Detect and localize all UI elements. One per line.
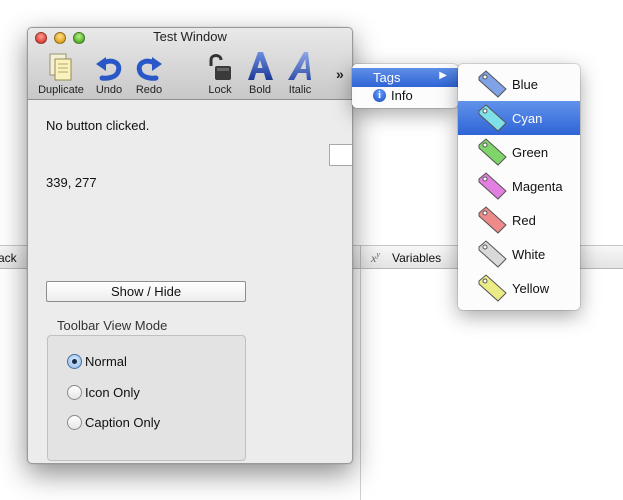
background-tab-label: ack bbox=[0, 251, 17, 265]
menu-item-label: Tags bbox=[373, 70, 401, 85]
info-icon: i bbox=[373, 89, 386, 102]
toolbar-redo-button[interactable]: Redo bbox=[131, 50, 167, 96]
tag-icon bbox=[478, 138, 507, 166]
show-hide-button[interactable]: Show / Hide bbox=[46, 281, 246, 302]
window-content: No button clicked. 339, 277 Show / Hide … bbox=[28, 101, 352, 463]
tag-icon bbox=[478, 70, 507, 98]
toolbar-undo-button[interactable]: Undo bbox=[92, 50, 126, 96]
tag-icon bbox=[478, 240, 507, 268]
tag-label: Blue bbox=[512, 77, 539, 92]
tag-item-yellow[interactable]: Yellow bbox=[458, 271, 580, 305]
radio-normal[interactable]: Normal bbox=[67, 354, 127, 369]
title-bar: Test Window Duplicate Undo Redo Lock Bol… bbox=[28, 28, 352, 100]
tag-label: Red bbox=[512, 213, 536, 228]
radio-label: Caption Only bbox=[85, 415, 161, 430]
background-divider bbox=[360, 245, 361, 269]
tag-label: Yellow bbox=[512, 281, 550, 296]
menu-item-tags[interactable]: Tags ▶ bbox=[352, 68, 458, 87]
toolbar-duplicate-button[interactable]: Duplicate bbox=[35, 50, 87, 96]
toolbar-undo-label: Undo bbox=[95, 84, 123, 96]
tag-item-magenta[interactable]: Magenta bbox=[458, 169, 580, 203]
tag-item-cyan[interactable]: Cyan bbox=[458, 101, 580, 135]
toolbar-italic-button[interactable]: Italic bbox=[285, 50, 315, 96]
tag-label: Green bbox=[512, 145, 549, 160]
tag-item-green[interactable]: Green bbox=[458, 135, 580, 169]
radio-button[interactable] bbox=[67, 385, 82, 400]
tag-icon bbox=[478, 206, 507, 234]
redo-icon bbox=[131, 50, 167, 82]
toolbar-bold-button[interactable]: Bold bbox=[246, 50, 274, 96]
tags-submenu: Blue Cyan Green Magenta Red White Yellow bbox=[458, 64, 580, 310]
window-title: Test Window bbox=[153, 29, 227, 44]
text-field[interactable] bbox=[329, 144, 352, 166]
toolbar-lock-button[interactable]: Lock bbox=[205, 50, 235, 96]
duplicate-icon bbox=[35, 50, 87, 82]
undo-icon bbox=[92, 50, 126, 82]
italic-icon bbox=[285, 50, 315, 82]
toolbar-lock-label: Lock bbox=[208, 84, 232, 96]
menu-item-info[interactable]: i Info bbox=[352, 87, 458, 105]
bold-icon bbox=[246, 50, 274, 82]
overflow-menu: Tags ▶ i Info bbox=[352, 64, 458, 108]
submenu-arrow-icon: ▶ bbox=[439, 70, 447, 81]
tag-label: Cyan bbox=[512, 111, 543, 126]
radio-label: Normal bbox=[85, 354, 127, 369]
tag-icon bbox=[478, 274, 507, 302]
status-label: No button clicked. bbox=[46, 118, 150, 133]
lock-icon bbox=[205, 50, 235, 82]
tag-item-blue[interactable]: Blue bbox=[458, 67, 580, 101]
radio-caption-only[interactable]: Caption Only bbox=[67, 415, 160, 430]
variables-icon: xy bbox=[371, 250, 380, 265]
toolbar-redo-label: Redo bbox=[135, 84, 163, 96]
radio-icon-only[interactable]: Icon Only bbox=[67, 385, 140, 400]
radio-button[interactable] bbox=[67, 354, 82, 369]
menu-item-label: Info bbox=[391, 88, 413, 103]
view-mode-group: Normal Icon Only Caption Only bbox=[47, 335, 246, 461]
toolbar-duplicate-label: Duplicate bbox=[38, 84, 84, 96]
view-mode-group-title: Toolbar View Mode bbox=[57, 318, 168, 333]
test-window: Test Window Duplicate Undo Redo Lock Bol… bbox=[27, 27, 353, 464]
radio-label: Icon Only bbox=[85, 385, 140, 400]
radio-button[interactable] bbox=[67, 415, 82, 430]
tag-icon bbox=[478, 172, 507, 200]
toolbar-bold-label: Bold bbox=[248, 84, 272, 96]
tag-item-red[interactable]: Red bbox=[458, 203, 580, 237]
coordinates-label: 339, 277 bbox=[46, 175, 97, 190]
variables-label: Variables bbox=[392, 251, 442, 265]
background-divider bbox=[360, 269, 361, 500]
tag-icon bbox=[478, 104, 507, 132]
tag-label: White bbox=[512, 247, 546, 262]
tag-item-white[interactable]: White bbox=[458, 237, 580, 271]
tag-label: Magenta bbox=[512, 179, 563, 194]
toolbar-italic-label: Italic bbox=[288, 84, 312, 96]
toolbar-overflow-button[interactable]: » bbox=[336, 66, 344, 82]
